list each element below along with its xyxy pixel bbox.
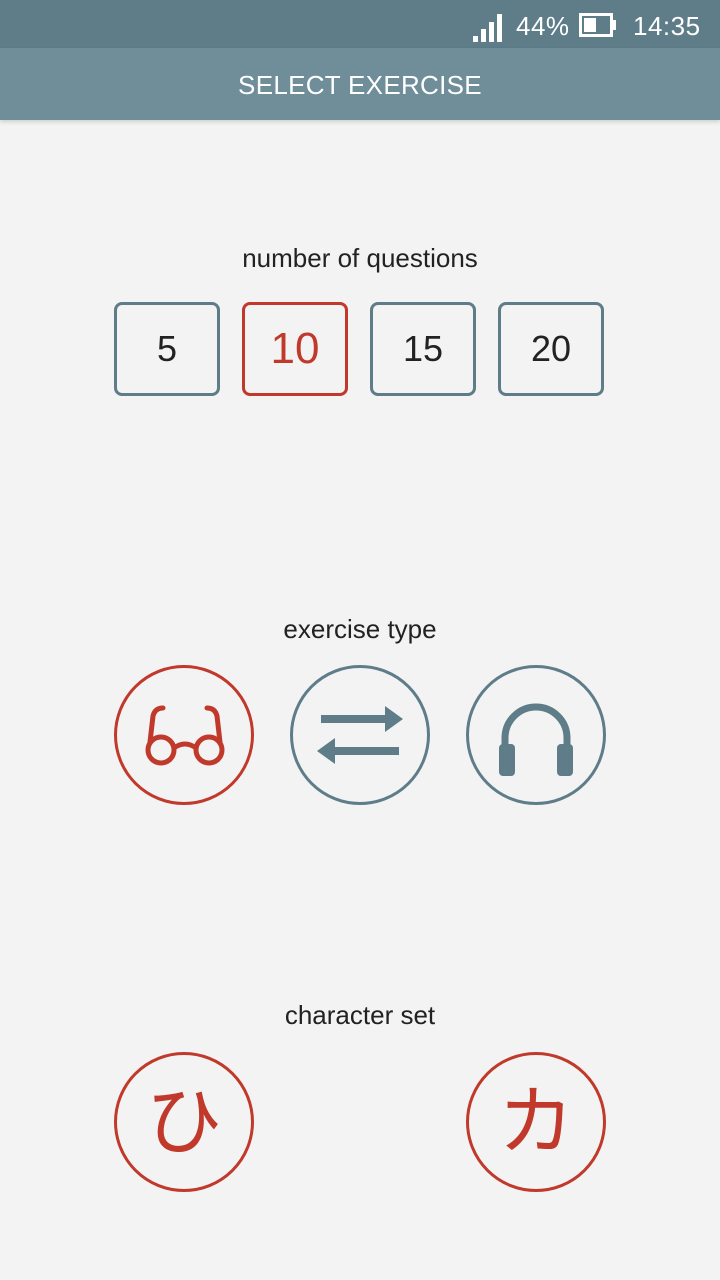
exercise-type-label: exercise type [283, 614, 437, 644]
character-set-label: character set [284, 1000, 436, 1030]
signal-icon [473, 14, 502, 42]
battery-icon [579, 13, 616, 37]
exercise-type-translate-button[interactable] [290, 665, 430, 805]
headphones-icon [499, 703, 573, 776]
questions-option-20[interactable]: 20 [498, 302, 604, 396]
questions-option-10[interactable]: 10 [242, 302, 348, 396]
questions-option-5[interactable]: 5 [114, 302, 220, 396]
app-bar: SELECT EXERCISE [0, 48, 720, 120]
character-set-katakana-button[interactable]: カ [466, 1052, 606, 1192]
clock: 14:35 [633, 11, 701, 41]
exercise-type-reading-button[interactable] [114, 665, 254, 805]
exercise-type-listening-button[interactable] [466, 665, 606, 805]
status-bar: 44% 14:35 [0, 0, 720, 48]
questions-label: number of questions [242, 243, 478, 273]
hiragana-glyph: ひ [146, 1077, 222, 1166]
battery-percent: 44% [516, 11, 570, 41]
questions-option-15[interactable]: 15 [370, 302, 476, 396]
swap-arrows-icon [317, 706, 403, 764]
katakana-glyph: カ [498, 1077, 574, 1166]
glasses-icon [145, 705, 225, 766]
character-set-hiragana-button[interactable]: ひ [114, 1052, 254, 1192]
page-title: SELECT EXERCISE [238, 70, 482, 100]
